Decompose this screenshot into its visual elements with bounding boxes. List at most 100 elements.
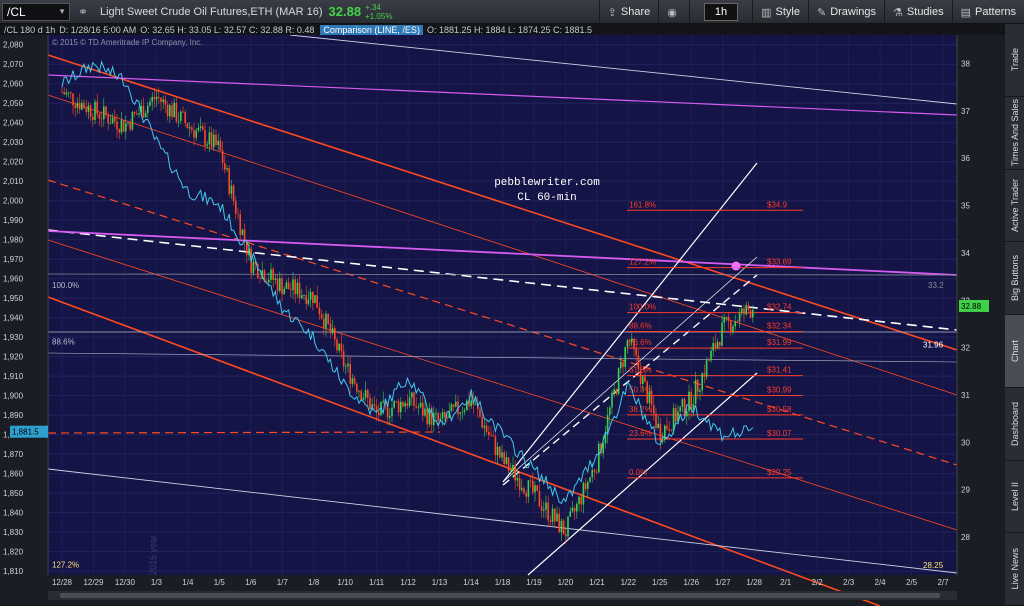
candle-body — [584, 483, 587, 489]
candle-body — [723, 317, 725, 323]
candle-body — [186, 122, 189, 129]
x-tick-label: 2/2 — [812, 578, 824, 587]
fib-level-label: 0.0% — [629, 468, 647, 477]
candle-body — [118, 129, 120, 133]
candle-body — [70, 92, 72, 94]
x-tick-label: 1/7 — [277, 578, 289, 587]
candle-body — [639, 369, 642, 384]
candle-body — [235, 201, 237, 214]
price-target-dot — [731, 261, 741, 271]
candle-body — [294, 279, 296, 295]
candle-body — [523, 488, 525, 494]
candle-body — [637, 355, 640, 370]
x-tick-label: 12/30 — [115, 578, 136, 587]
candle-body — [208, 132, 211, 145]
candle-body — [714, 343, 717, 349]
sidebar-tab-label: Dashboard — [1009, 401, 1020, 446]
x-tick-label: 1/6 — [245, 578, 257, 587]
left-tick-label: 1,990 — [3, 216, 24, 225]
candle-body — [617, 368, 620, 394]
left-tick-label: 1,960 — [3, 275, 24, 284]
candle-body — [105, 106, 107, 116]
screenshot-button[interactable]: ◉ — [658, 0, 689, 24]
candle-body — [527, 480, 530, 497]
price-chart[interactable]: 0.0% $29.2523.6% $30.0738.2% $30.5850.0% $30… — [0, 35, 1005, 606]
right-tick-label: 30 — [961, 438, 970, 447]
candle-body — [688, 391, 690, 412]
candle-body — [749, 310, 752, 318]
x-tick-label: 12/28 — [52, 578, 73, 587]
left-tick-label: 1,920 — [3, 353, 24, 362]
candle-body — [710, 350, 712, 361]
candle-body — [404, 403, 406, 407]
candle-body — [580, 496, 582, 505]
candle-body — [598, 443, 600, 473]
comparison-label[interactable]: Comparison (LINE, /ES) — [320, 24, 423, 35]
candle-body — [644, 376, 646, 382]
candle-body — [435, 413, 437, 414]
x-tick-label: 2/3 — [843, 578, 855, 587]
symbol-selector[interactable]: /CL ▼ — [2, 2, 70, 21]
drawings-button[interactable]: ✎ Drawings — [807, 0, 884, 24]
candle-body — [565, 534, 567, 537]
candle-body — [327, 313, 329, 324]
fib-level-value: $31.41 — [767, 366, 792, 375]
candle-body — [719, 341, 721, 346]
studies-button[interactable]: ⚗ Studies — [884, 0, 952, 24]
fib-level-value: $32.34 — [767, 322, 792, 331]
candle-body — [470, 400, 472, 407]
candle-body — [538, 490, 541, 507]
link-icon[interactable]: ⚭ — [70, 5, 96, 19]
share-button[interactable]: ⇪ Share — [598, 0, 659, 24]
fib-level-label: 161.8% — [629, 200, 656, 209]
sidebar-tab-times-and-sales[interactable]: Times And Sales — [1005, 97, 1024, 170]
sidebar-tab-level-ii[interactable]: Level II — [1005, 461, 1024, 534]
candle-body — [536, 485, 538, 491]
candle-body — [210, 132, 213, 148]
sidebar-tab-dashboard[interactable]: Dashboard — [1005, 388, 1024, 461]
right-tick-label: 28 — [961, 533, 970, 542]
candle-body — [653, 404, 655, 414]
x-tick-label: 1/13 — [432, 578, 448, 587]
sidebar-tab-trade[interactable]: Trade — [1005, 24, 1024, 97]
last-price: 32.88 — [328, 4, 362, 19]
timeframe-button[interactable]: 1h — [688, 0, 752, 24]
sidebar-tab-live-news[interactable]: Live News — [1005, 533, 1024, 606]
candle-body — [589, 477, 591, 482]
candle-body — [474, 404, 477, 405]
right-marker-text: 33.2 — [928, 281, 944, 290]
studies-label: Studies — [906, 6, 944, 18]
candle-body — [259, 278, 261, 279]
candle-body — [657, 423, 659, 429]
left-level-label: 88.6% — [52, 338, 75, 347]
style-button[interactable]: ▥ Style — [752, 0, 808, 24]
style-icon: ▥ — [761, 6, 772, 19]
sidebar-tab-active-trader[interactable]: Active Trader — [1005, 170, 1024, 243]
candle-body — [100, 118, 103, 120]
candle-body — [507, 457, 510, 471]
candle-body — [567, 516, 569, 537]
sidebar-tab-chart[interactable]: Chart — [1005, 315, 1024, 388]
candle-body — [65, 92, 68, 95]
candle-body — [459, 412, 461, 415]
fib-level-value: $30.99 — [767, 385, 792, 394]
sidebar-tab-big-buttons[interactable]: Big Buttons — [1005, 242, 1024, 315]
candle-body — [655, 413, 657, 429]
candle-body — [571, 507, 574, 512]
candle-body — [195, 130, 197, 138]
x-tick-label: 1/22 — [621, 578, 637, 587]
candle-body — [532, 480, 534, 493]
timeframe-value: 1h — [703, 3, 739, 21]
candle-body — [239, 214, 241, 235]
scrollbar-thumb[interactable] — [60, 593, 940, 598]
left-tick-label: 2,020 — [3, 158, 24, 167]
candle-body — [615, 389, 618, 394]
candle-body — [166, 104, 169, 117]
candle-body — [188, 127, 191, 129]
left-tick-label: 1,970 — [3, 255, 24, 264]
candle-body — [466, 400, 468, 411]
left-tick-label: 1,820 — [3, 548, 24, 557]
patterns-button[interactable]: ▤ Patterns — [951, 0, 1024, 24]
candle-body — [406, 403, 409, 406]
candle-body — [81, 102, 83, 110]
